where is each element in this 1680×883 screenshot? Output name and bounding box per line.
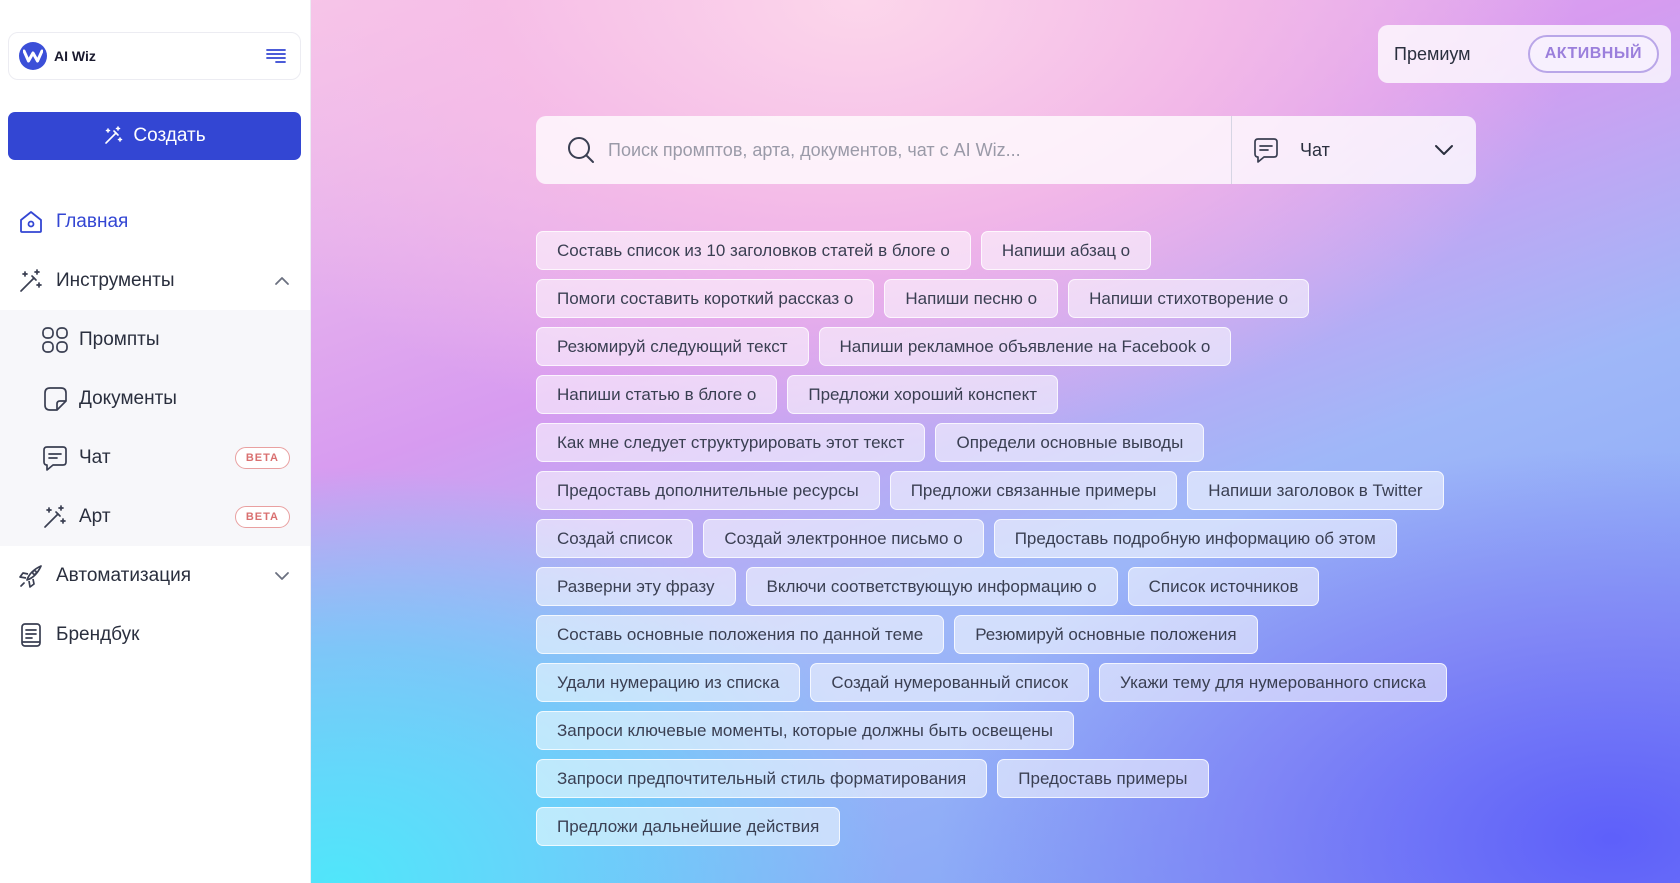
magic-wand-icon (41, 503, 69, 531)
sidebar-nav: Главная Инструменты Промпты Документы Ча… (0, 192, 310, 664)
prompt-chip[interactable]: Разверни эту фразу (536, 567, 736, 606)
app-logo-icon (19, 42, 47, 70)
premium-status: Премиум АКТИВНЫЙ (1378, 25, 1671, 83)
sidebar-item-label: Брендбук (56, 623, 140, 645)
grid-icon (41, 326, 69, 354)
sidebar-item-chat[interactable]: Чат BETA (0, 428, 310, 487)
search-icon (566, 135, 596, 165)
prompt-chip[interactable]: Помоги составить короткий рассказ о (536, 279, 875, 318)
prompt-row: Запроси ключевые моменты, которые должны… (536, 711, 1496, 759)
tools-submenu: Промпты Документы Чат BETA Арт BETA (0, 310, 310, 546)
prompt-chip[interactable]: Составь список из 10 заголовков статей в… (536, 231, 971, 270)
prompt-chip[interactable]: Напиши песню о (884, 279, 1059, 318)
sidebar-item-label: Автоматизация (56, 564, 191, 586)
prompt-chip[interactable]: Напиши статью в блоге о (536, 375, 778, 414)
prompt-chip[interactable]: Резюмируй следующий текст (536, 327, 809, 366)
prompt-chip[interactable]: Список источников (1127, 567, 1320, 606)
chevron-up-icon (274, 276, 290, 286)
beta-badge: BETA (234, 446, 290, 469)
prompt-chip[interactable]: Создай список (536, 519, 694, 558)
prompt-row: Резюмируй следующий текст Напиши рекламн… (536, 327, 1496, 375)
document-icon (41, 385, 69, 413)
sidebar-item-prompts[interactable]: Промпты (0, 310, 310, 369)
sidebar-item-documents[interactable]: Документы (0, 369, 310, 428)
prompt-row: Напиши статью в блоге о Предложи хороший… (536, 375, 1496, 423)
prompt-chip[interactable]: Предоставь примеры (997, 759, 1209, 798)
prompt-chip[interactable]: Предложи дальнейшие действия (536, 807, 841, 846)
rocket-icon (18, 563, 44, 589)
prompt-chip[interactable]: Напиши абзац о (980, 231, 1152, 270)
search-mode-label: Чат (1300, 139, 1330, 160)
sidebar-item-label: Документы (79, 387, 177, 409)
main-area: Премиум АКТИВНЫЙ Чат Составь список из 1… (311, 0, 1680, 883)
prompt-chip[interactable]: Напиши заголовок в Twitter (1187, 471, 1444, 510)
prompt-row: Составь основные положения по данной тем… (536, 615, 1496, 663)
prompt-row: Удали нумерацию из списка Создай нумеров… (536, 663, 1496, 711)
sidebar-item-label: Инструменты (56, 269, 175, 291)
prompt-chip[interactable]: Напиши рекламное объявление на Facebook … (818, 327, 1232, 366)
search-mode-select[interactable]: Чат (1232, 116, 1476, 184)
active-status-badge[interactable]: АКТИВНЫЙ (1527, 35, 1659, 73)
prompt-row: Разверни эту фразу Включи соответствующу… (536, 567, 1496, 615)
prompt-chip[interactable]: Составь основные положения по данной тем… (536, 615, 945, 654)
prompt-chip[interactable]: Запроси предпочтительный стиль форматиро… (536, 759, 988, 798)
prompt-suggestions: Составь список из 10 заголовков статей в… (536, 231, 1496, 855)
chat-icon (41, 444, 69, 472)
prompt-row: Создай список Создай электронное письмо … (536, 519, 1496, 567)
app-name: AI Wiz (54, 48, 96, 64)
sidebar-item-home[interactable]: Главная (0, 192, 310, 251)
prompt-chip[interactable]: Как мне следует структурировать этот тек… (536, 423, 926, 462)
prompt-chip[interactable]: Создай нумерованный список (810, 663, 1090, 702)
chat-icon (1252, 136, 1280, 164)
menu-icon (266, 49, 286, 63)
magic-wand-icon (18, 268, 44, 294)
prompt-chip[interactable]: Включи соответствующую информацию о (745, 567, 1118, 606)
prompt-row: Как мне следует структурировать этот тек… (536, 423, 1496, 471)
prompt-row: Составь список из 10 заголовков статей в… (536, 231, 1496, 279)
magic-wand-icon (103, 126, 123, 146)
prompt-row: Помоги составить короткий рассказ о Напи… (536, 279, 1496, 327)
menu-toggle-button[interactable] (264, 44, 288, 68)
sidebar-item-label: Чат (79, 446, 111, 468)
app-header: AI Wiz (8, 32, 301, 80)
sidebar-item-tools[interactable]: Инструменты (0, 251, 310, 310)
chevron-down-icon (274, 571, 290, 581)
prompt-chip[interactable]: Напиши стихотворение о (1068, 279, 1310, 318)
book-icon (18, 622, 44, 648)
prompt-chip[interactable]: Укажи тему для нумерованного списка (1099, 663, 1448, 702)
prompt-chip[interactable]: Предложи связанные примеры (889, 471, 1178, 510)
prompt-chip[interactable]: Удали нумерацию из списка (536, 663, 801, 702)
prompt-row: Предложи дальнейшие действия (536, 807, 1496, 855)
search-input[interactable] (608, 139, 1218, 161)
prompt-chip[interactable]: Предложи хороший конспект (787, 375, 1059, 414)
prompt-row: Предоставь дополнительные ресурсы Предло… (536, 471, 1496, 519)
premium-label: Премиум (1394, 43, 1471, 64)
search-bar: Чат (536, 116, 1476, 184)
sidebar-item-label: Главная (56, 210, 129, 232)
prompt-row: Запроси предпочтительный стиль форматиро… (536, 759, 1496, 807)
beta-badge: BETA (234, 505, 290, 528)
prompt-chip[interactable]: Предоставь подробную информацию об этом (993, 519, 1397, 558)
create-button-label: Создать (133, 125, 206, 146)
sidebar-item-art[interactable]: Арт BETA (0, 487, 310, 546)
prompt-chip[interactable]: Предоставь дополнительные ресурсы (536, 471, 880, 510)
prompt-chip[interactable]: Определи основные выводы (935, 423, 1205, 462)
sidebar-item-automation[interactable]: Автоматизация (0, 546, 310, 605)
prompt-chip[interactable]: Резюмируй основные положения (954, 615, 1258, 654)
sidebar-item-label: Арт (79, 505, 111, 527)
sidebar-item-label: Промпты (79, 328, 160, 350)
create-button[interactable]: Создать (8, 112, 301, 160)
prompt-chip[interactable]: Создай электронное письмо о (703, 519, 984, 558)
home-icon (18, 209, 44, 235)
prompt-chip[interactable]: Запроси ключевые моменты, которые должны… (536, 711, 1075, 750)
sidebar-item-brandbook[interactable]: Брендбук (0, 605, 310, 664)
sidebar: AI Wiz Создать Главная Инструменты Промп… (0, 0, 311, 883)
chevron-down-icon (1434, 144, 1454, 156)
